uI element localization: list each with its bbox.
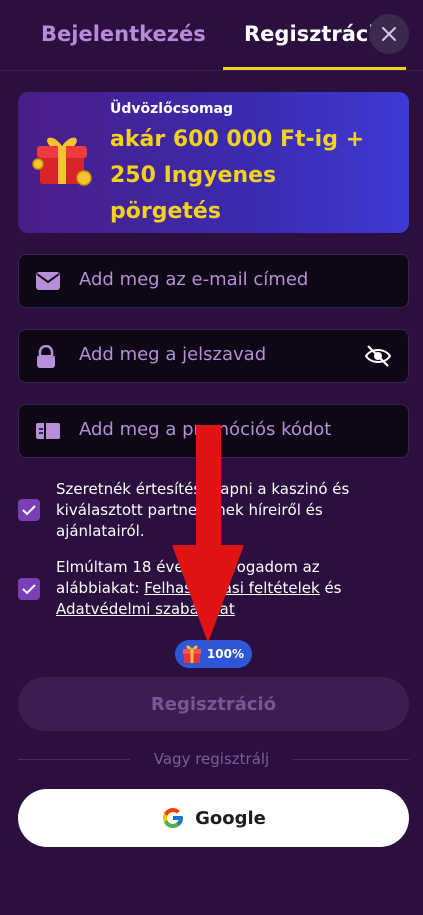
terms-of-use-link[interactable]: Felhasználási feltételek (144, 579, 319, 597)
checkmark-icon (22, 584, 36, 595)
password-placeholder: Add meg a jelszavad (79, 344, 267, 365)
gift-box-icon (32, 137, 92, 186)
email-field[interactable]: Add meg az e-mail címed (18, 254, 409, 308)
google-logo-icon (163, 808, 184, 828)
newsletter-consent-text: Szeretnék értesítést kapni a kaszinó és … (56, 480, 350, 540)
promo-subtitle: Üdvözlőcsomag (110, 101, 234, 117)
email-placeholder: Add meg az e-mail címed (79, 269, 309, 290)
password-field[interactable]: Add meg a jelszavad (18, 329, 409, 383)
terms-checkbox[interactable] (18, 578, 40, 600)
gift-icon (183, 645, 201, 663)
register-button[interactable]: Regisztráció (18, 677, 409, 731)
eye-off-icon[interactable] (364, 343, 392, 369)
progress-badge: 100% (175, 640, 252, 668)
terms-consent-text: Elmúltam 18 éves és elfogadom az alábbia… (56, 557, 406, 620)
google-signup-button[interactable]: Google (18, 789, 409, 847)
progress-value: 100% (206, 647, 244, 661)
promo-line-1: akár 600 000 Ft-ig + (110, 127, 365, 152)
privacy-policy-link[interactable]: Adatvédelmi szabályzat (56, 600, 235, 618)
newsletter-checkbox[interactable] (18, 499, 40, 521)
envelope-icon (36, 272, 60, 290)
terms-mid: és (319, 579, 342, 597)
ticket-icon (36, 423, 60, 439)
google-button-label: Google (195, 807, 266, 829)
register-button-label: Regisztráció (150, 693, 277, 715)
lock-icon (37, 345, 55, 368)
promo-line-3: pörgetés (110, 199, 221, 224)
promo-code-placeholder: Add meg a promóciós kódot (79, 419, 332, 440)
or-register-with: Vagy regisztrálj (153, 750, 270, 768)
tab-login[interactable]: Bejelentkezés (41, 22, 206, 46)
welcome-bonus-banner: Üdvözlőcsomag akár 600 000 Ft-ig + 250 I… (18, 92, 409, 233)
promo-headline: akár 600 000 Ft-ig + 250 Ingyenes pörget… (110, 122, 400, 230)
close-button[interactable] (369, 14, 409, 54)
promo-code-field[interactable]: Add meg a promóciós kódot (18, 404, 409, 458)
checkmark-icon (22, 505, 36, 516)
active-tab-indicator (223, 67, 406, 70)
auth-tabs: Bejelentkezés Regisztráció (0, 0, 423, 71)
close-icon (382, 27, 396, 41)
promo-line-2: 250 Ingyenes (110, 163, 277, 188)
